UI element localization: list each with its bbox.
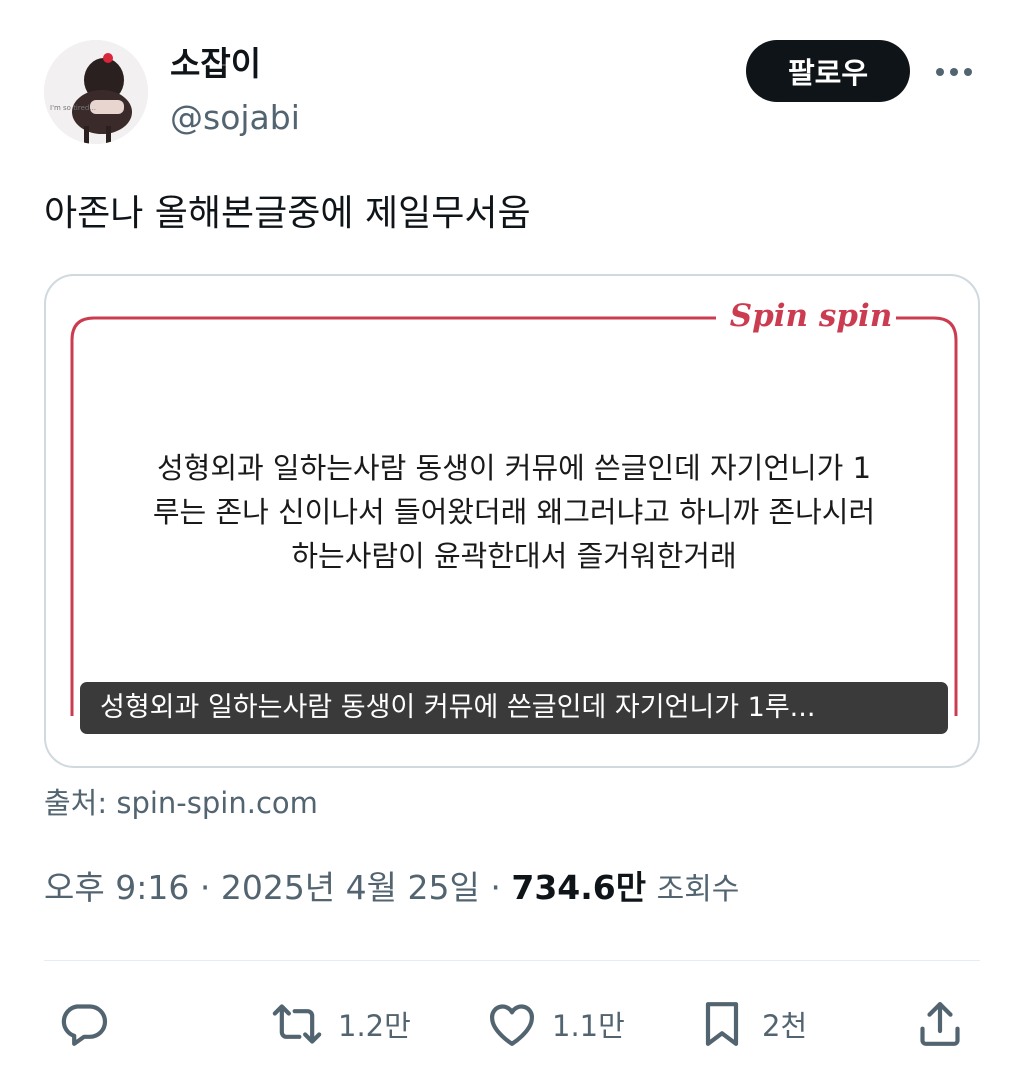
meta-separator: ·: [199, 868, 211, 907]
display-name[interactable]: 소잡이: [170, 44, 261, 84]
card-line: 루는 존나 신이나서 들어왔더래 왜그러냐고 하니까 존나시러: [152, 495, 876, 529]
bookmark-count: 2천: [762, 1009, 808, 1043]
image-caption-overlay: 성형외과 일하는사람 동생이 커뮤에 쓴글인데 자기언니가 1루...: [80, 682, 948, 734]
tweet-text: 아존나 올해본글중에 제일무서움: [44, 193, 531, 234]
retweet-icon: [272, 1004, 322, 1044]
share-icon: [920, 1002, 960, 1046]
divider: [44, 960, 980, 961]
retweet-button[interactable]: 1.2만: [268, 996, 411, 1052]
like-count: 1.1만: [552, 1009, 625, 1043]
avatar-image: I'm so tired...: [44, 40, 148, 144]
meta-separator: ·: [490, 868, 501, 907]
reply-icon: [61, 1004, 108, 1046]
brand-logo: Spin spin: [726, 298, 896, 334]
heart-icon: [490, 1004, 534, 1046]
reply-button[interactable]: [56, 996, 112, 1052]
avatar-caption-text: I'm so tired...: [50, 104, 96, 112]
avatar[interactable]: I'm so tired...: [44, 40, 148, 144]
more-options-button[interactable]: [930, 52, 978, 92]
card-line: 하는사람이 윤곽한대서 즐거워한거래: [291, 539, 737, 573]
more-icon: [936, 68, 972, 76]
card-body-text: 성형외과 일하는사람 동생이 커뮤에 쓴글인데 자기언니가 1 루는 존나 신이…: [106, 446, 922, 578]
tweet-meta: 오후 9:16 · 2025년 4월 25일 · 734.6만 조회수: [44, 866, 739, 912]
tweet-time[interactable]: 오후 9:16: [44, 868, 189, 907]
view-count-label: 조회수: [656, 872, 740, 907]
bookmark-icon: [705, 1002, 739, 1046]
bookmark-button[interactable]: 2천: [694, 996, 807, 1052]
retweet-count: 1.2만: [338, 1009, 411, 1043]
media-card[interactable]: Spin spin 성형외과 일하는사람 동생이 커뮤에 쓴글인데 자기언니가 …: [44, 274, 980, 768]
card-line: 성형외과 일하는사람 동생이 커뮤에 쓴글인데 자기언니가 1: [156, 451, 872, 485]
follow-button[interactable]: 팔로우: [746, 40, 910, 102]
view-count: 734.6만: [511, 868, 647, 907]
share-button[interactable]: [912, 996, 968, 1052]
user-handle[interactable]: @sojabi: [170, 98, 300, 138]
tweet-date[interactable]: 2025년 4월 25일: [221, 868, 480, 907]
like-button[interactable]: 1.1만: [484, 996, 625, 1052]
source-link[interactable]: 출처: spin-spin.com: [44, 780, 318, 822]
